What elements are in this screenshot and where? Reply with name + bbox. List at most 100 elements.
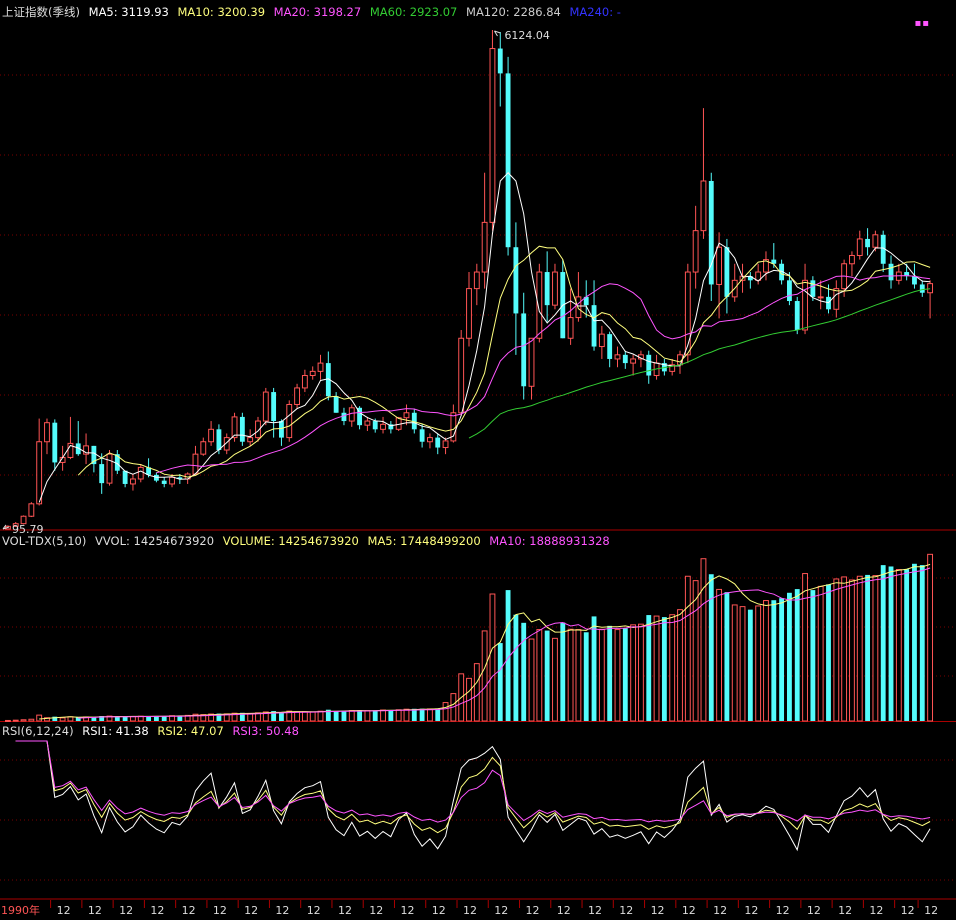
candle-body-up xyxy=(137,466,144,480)
volume-bar-down xyxy=(372,710,378,721)
candle-body-up xyxy=(466,288,472,339)
candle-body-up xyxy=(614,354,621,360)
volume-value: VOLUME: 14254673920 xyxy=(222,534,359,548)
candle-body-up xyxy=(231,416,238,439)
volume-bar-down xyxy=(912,563,917,721)
candle-body-up xyxy=(247,437,254,443)
peak-price-label: 6124.04 xyxy=(504,29,550,42)
volume-bar-down xyxy=(747,609,753,721)
x-axis-tick-label: 12 xyxy=(713,904,727,917)
volume-bar-up xyxy=(567,628,574,722)
volume-bar-up xyxy=(927,553,934,722)
volume-bar-up xyxy=(489,593,496,722)
candle-body-up xyxy=(481,221,488,273)
volume-bar-down xyxy=(661,617,667,721)
candle-body-up xyxy=(802,279,808,331)
candle-body-up xyxy=(309,370,316,377)
x-axis-tick-label: 12 xyxy=(369,904,383,917)
x-axis-tick-label: 12 xyxy=(244,904,258,917)
x-axis-tick-label: 12 xyxy=(182,904,196,917)
x-axis-tick-label: 12 xyxy=(807,904,821,917)
rsi1-line xyxy=(15,740,931,852)
volume-bar-up xyxy=(552,637,558,722)
candle-body-up xyxy=(192,453,199,475)
candle-body-down xyxy=(341,412,347,422)
volume-bar-up xyxy=(802,573,808,722)
volume-bar-up xyxy=(669,614,676,722)
ma240-value: MA240: - xyxy=(569,5,621,19)
x-axis-tick-label: 12 xyxy=(526,904,540,917)
volume-bar-down xyxy=(153,716,159,721)
volume-bar-up xyxy=(841,576,848,722)
volume-bar-up xyxy=(528,638,535,722)
candle-body-down xyxy=(505,73,511,248)
candle-body-up xyxy=(442,440,449,449)
rsi1-value: RSI1: 41.38 xyxy=(82,724,149,738)
volume-bar-up xyxy=(364,710,371,722)
vvol-value: VVOL: 14254673920 xyxy=(95,534,215,548)
volume-legend: VOL-TDX(5,10) VVOL: 14254673920 VOLUME: … xyxy=(2,533,615,549)
candle-body-up xyxy=(380,423,386,430)
volume-bar-up xyxy=(348,710,355,722)
rsi-indicator-name: RSI(6,12,24) xyxy=(2,724,74,738)
candle-body-down xyxy=(865,238,870,248)
x-axis-tick-label: 12 xyxy=(651,904,665,917)
candle-body-up xyxy=(927,283,934,294)
candle-body-down xyxy=(372,421,378,430)
volume-bar-up xyxy=(817,585,824,722)
candle-body-up xyxy=(403,412,410,419)
candle-body-up xyxy=(833,288,840,310)
rsi3-value: RSI3: 50.48 xyxy=(232,724,299,738)
candle-body-down xyxy=(786,280,792,302)
volume-bar-up xyxy=(833,578,840,722)
candle-body-down xyxy=(919,284,925,293)
volume-bar-up xyxy=(684,575,691,722)
ma5-value: MA5: 3119.93 xyxy=(88,5,169,19)
x-axis-tick-label: 12 xyxy=(400,904,414,917)
candle-body-down xyxy=(333,396,339,413)
candle-body-down xyxy=(794,301,800,330)
x-axis-tick-label: 12 xyxy=(494,904,508,917)
vol-ma5-value: MA5: 17448499200 xyxy=(367,534,481,548)
volume-bar-up xyxy=(872,575,879,722)
volume-bar-down xyxy=(810,590,816,721)
volume-bar-up xyxy=(630,624,637,722)
volume-bar-down xyxy=(341,711,347,721)
candle-body-up xyxy=(395,417,402,430)
candle-body-down xyxy=(271,392,277,422)
candle-body-up xyxy=(106,453,113,484)
volume-bar-up xyxy=(849,579,855,722)
x-axis-tick-label: 12 xyxy=(869,904,883,917)
candle-body-down xyxy=(122,470,128,484)
candle-body-up xyxy=(200,441,207,455)
volume-bar-up xyxy=(700,558,707,722)
volume-bar-up xyxy=(763,600,769,722)
candle-body-down xyxy=(607,334,613,359)
volume-bar-down xyxy=(646,615,652,721)
candle-body-down xyxy=(435,437,441,448)
volume-bar-down xyxy=(786,592,792,721)
volume-bar-up xyxy=(481,630,488,722)
volume-bar-up xyxy=(677,609,683,722)
volume-bar-down xyxy=(591,616,597,721)
volume-bar-up xyxy=(309,711,316,722)
candle-body-up xyxy=(598,333,605,348)
candle-body-up xyxy=(700,180,707,232)
volume-bar-down xyxy=(583,632,589,721)
candle-body-up xyxy=(458,337,465,414)
volume-bar-down xyxy=(880,565,886,721)
volume-bar-up xyxy=(614,629,621,722)
volume-bar-down xyxy=(279,712,284,721)
panel-marker-icon[interactable]: ▪▪ xyxy=(914,18,930,29)
candle-body-down xyxy=(810,280,816,297)
x-axis-start-label: 1990年 xyxy=(1,903,40,917)
kline-chart[interactable]: 6124.0495.791990年 12 12 12 12 12 12 12 12 12 12 12 1… xyxy=(0,0,956,920)
volume-bar-up xyxy=(755,605,762,722)
candle-body-up xyxy=(294,387,300,405)
candle-body-down xyxy=(622,354,628,364)
volume-bar-up xyxy=(301,711,308,722)
candle-body-up xyxy=(169,476,175,485)
candle-body-down xyxy=(216,429,222,451)
x-axis-tick-label: 12 xyxy=(901,904,915,917)
volume-bar-down xyxy=(544,630,550,721)
